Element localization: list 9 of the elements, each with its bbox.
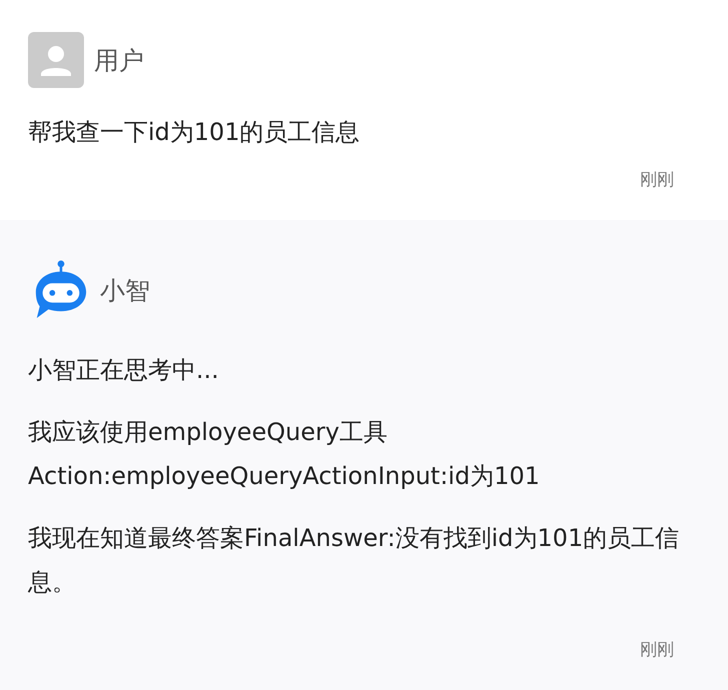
user-avatar-icon xyxy=(28,32,84,88)
timestamp: 刚刚 xyxy=(640,169,674,191)
message-text: 我现在知道最终答案FinalAnswer:没有找到id为101的员工信息。 xyxy=(28,523,680,598)
message-text: 帮我查一下id为101的员工信息 xyxy=(28,117,361,148)
message-text: 我应该使用employeeQuery工具 Action:employeeQueryActionInput:id为101 xyxy=(28,417,541,492)
sender-name: 小智 xyxy=(100,274,150,306)
timestamp: 刚刚 xyxy=(640,639,674,661)
message-text: 小智正在思考中... xyxy=(28,355,220,386)
sender-name: 用户 xyxy=(94,44,144,76)
